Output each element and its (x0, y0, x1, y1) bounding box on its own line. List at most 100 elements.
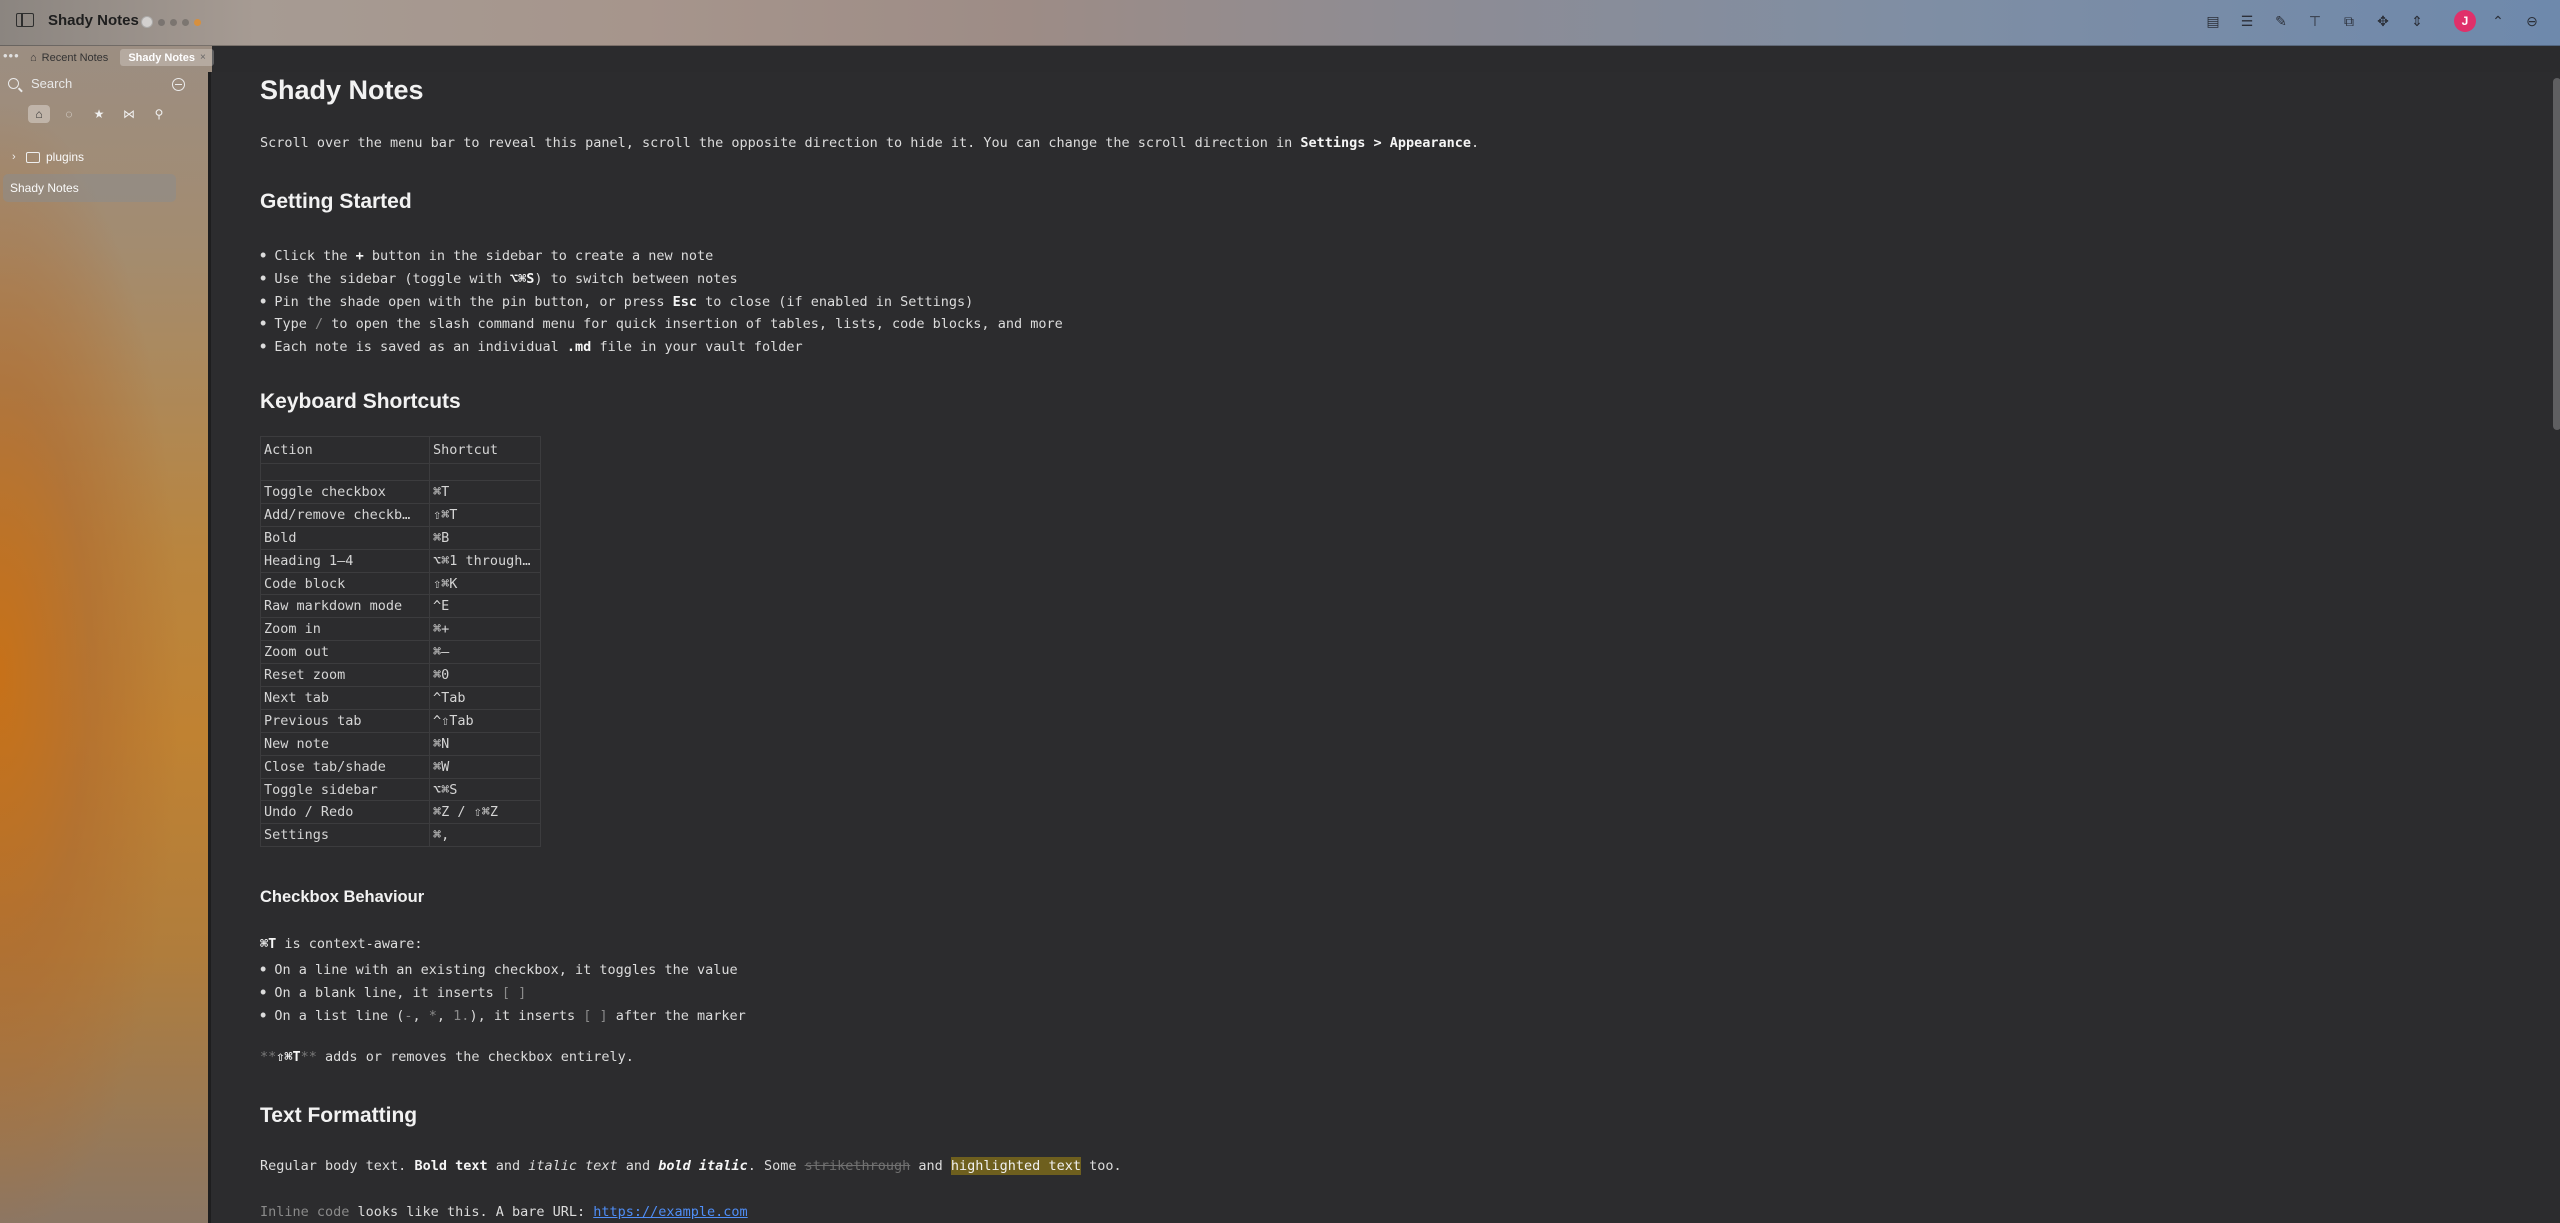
expand-icon[interactable]: ⇕ (2407, 11, 2427, 31)
avatar[interactable]: J (2454, 10, 2476, 32)
title-bar: Shady Notes ▤ ☰ ✎ ⊤ ⧉ ✥ ⇕ J ⌃ ⊖ (0, 0, 2560, 46)
table-cell: New note (260, 731, 430, 756)
table-cell: Raw markdown mode (260, 594, 430, 619)
url-link[interactable]: https://example.com (593, 1204, 747, 1220)
table-header-cell: Shortcut (429, 436, 541, 464)
recent-icon[interactable]: ◌ (58, 105, 80, 123)
home-icon[interactable]: ⌂ (28, 105, 50, 123)
heading-text-formatting: Text Formatting (260, 1104, 418, 1127)
table-cell: ⌘B (429, 525, 541, 550)
list-item: On a blank line, it inserts [ ] (260, 981, 526, 1002)
table-row: Toggle checkbox ⌘T (260, 480, 541, 504)
table-cell: Next tab (260, 686, 430, 710)
note-icon[interactable]: ▤ (2203, 11, 2223, 31)
table-cell: Toggle sidebar (260, 777, 430, 802)
table-cell: ⌘+ (429, 617, 541, 642)
tree-note-shady-notes[interactable]: Shady Notes (3, 174, 176, 202)
dot-icon[interactable] (194, 18, 201, 26)
chevron-up-icon[interactable]: ⌃ (2488, 11, 2508, 31)
home-icon: ⌂ (30, 51, 37, 64)
table-cell: Toggle checkbox (260, 480, 430, 504)
table-row: Zoom in ⌘+ (260, 617, 541, 642)
table-cell: Previous tab (260, 708, 430, 733)
table-row: Toggle sidebar ⌥⌘S (260, 777, 541, 802)
tree-label: plugins (46, 150, 85, 164)
table-cell: ⌘– (429, 640, 541, 665)
formatting-line: Regular body text. Bold text and italic … (260, 1157, 1122, 1175)
table-row: Close tab/shade ⌘W (260, 754, 541, 779)
table-cell: ⌥⌘1 through… (429, 548, 541, 573)
sidebar-view-tabs: ⌂ ◌ ★ ⋈ ⚲ (28, 105, 170, 123)
search-icon (8, 78, 19, 89)
pin-icon[interactable]: ⊤ (2305, 11, 2325, 31)
search-field[interactable]: Search (8, 76, 72, 91)
table-cell: Reset zoom (260, 663, 430, 688)
dot-icon[interactable] (158, 18, 165, 26)
intro-paragraph: Scroll over the menu bar to reveal this … (260, 135, 1480, 151)
table-header-row: Action Shortcut (260, 436, 541, 464)
tab-shady-notes[interactable]: Shady Notes × (120, 49, 214, 66)
dot-icon[interactable] (182, 18, 189, 26)
folder-icon (26, 151, 40, 163)
table-header-cell: Action (260, 436, 430, 464)
table-cell: ⌘Z / ⇧⌘Z (429, 800, 541, 825)
formatting-line: Inline code looks like this. A bare URL:… (260, 1204, 748, 1220)
table-cell: Close tab/shade (260, 754, 430, 779)
toolbar: ▤ ☰ ✎ ⊤ ⧉ ✥ ⇕ (2203, 11, 2427, 31)
table-cell: ⌘W (429, 754, 541, 779)
table-cell: ⌘N (429, 731, 541, 756)
table-cell: ⌘T (429, 480, 541, 504)
tree-folder-plugins[interactable]: › plugins (0, 144, 200, 170)
table-row: Add/remove checkb… ⇧⌘T (260, 502, 541, 527)
table-cell: ⇧⌘T (429, 502, 541, 527)
app-title: Shady Notes (48, 12, 139, 29)
table-cell: Undo / Redo (260, 800, 430, 825)
move-icon[interactable]: ✥ (2373, 11, 2393, 31)
sidebar: Search ⌂ ◌ ★ ⋈ ⚲ › plugins Shady Notes (0, 72, 205, 1223)
star-icon[interactable]: ★ (88, 105, 110, 123)
table-cell: Zoom out (260, 640, 430, 665)
dot-icon[interactable] (170, 18, 177, 26)
close-icon[interactable]: × (200, 52, 206, 63)
graph-icon[interactable]: ⋈ (118, 105, 140, 123)
page-title: Shady Notes (260, 75, 424, 105)
filter-icon[interactable] (172, 78, 185, 91)
list-item: Click the + button in the sidebar to cre… (260, 244, 713, 265)
table-row: Previous tab ^⇧Tab (260, 708, 541, 733)
table-row: Heading 1–4 ⌥⌘1 through… (260, 548, 541, 573)
shortcuts-table: Action Shortcut Toggle checkbox ⌘T Add/re… (260, 436, 541, 848)
table-row: Settings ⌘, (260, 823, 541, 848)
list-item: Use the sidebar (toggle with ⌥⌘S) to swi… (260, 267, 737, 288)
table-cell: ⌥⌘S (429, 777, 541, 802)
checkbox-intro: ⌘T is context-aware: (260, 936, 423, 952)
chevron-right-icon[interactable]: › (12, 151, 20, 163)
sidebar-toggle-icon[interactable] (16, 13, 34, 27)
pencil-icon[interactable]: ✎ (2271, 11, 2291, 31)
window-dots (141, 16, 201, 28)
list-item: Pin the shade open with the pin button, … (260, 290, 973, 311)
tab-bar: ⌂ Recent Notes Shady Notes × (22, 49, 214, 66)
table-row: Bold ⌘B (260, 525, 541, 550)
editor[interactable]: Shady Notes Scroll over the menu bar to … (208, 72, 2560, 1223)
window-controls: ⌃ ⊖ (2488, 11, 2542, 31)
more-tabs-icon[interactable]: ••• (3, 48, 20, 63)
table-row: Undo / Redo ⌘Z / ⇧⌘Z (260, 800, 541, 825)
table-cell: ⇧⌘K (429, 571, 541, 596)
export-icon[interactable]: ⧉ (2339, 11, 2359, 31)
table-cell: ⌘, (429, 823, 541, 848)
tab-label: Recent Notes (41, 51, 109, 64)
dot-icon[interactable] (141, 16, 153, 28)
search-input[interactable]: Search (31, 76, 72, 91)
list-item: Type / to open the slash command menu fo… (260, 312, 1062, 333)
heading-keyboard-shortcuts: Keyboard Shortcuts (260, 390, 461, 413)
table-cell: Add/remove checkb… (260, 502, 430, 527)
minus-circle-icon[interactable]: ⊖ (2522, 11, 2542, 31)
pin-icon[interactable]: ⚲ (148, 105, 170, 123)
table-row: Code block ⇧⌘K (260, 571, 541, 596)
table-row: Next tab ^Tab (260, 686, 541, 710)
table-cell: Settings (260, 823, 430, 848)
list-icon[interactable]: ☰ (2237, 11, 2257, 31)
tab-recent-notes[interactable]: ⌂ Recent Notes (22, 49, 116, 66)
tab-label: Shady Notes (128, 51, 195, 64)
scrollbar[interactable] (2553, 78, 2560, 430)
